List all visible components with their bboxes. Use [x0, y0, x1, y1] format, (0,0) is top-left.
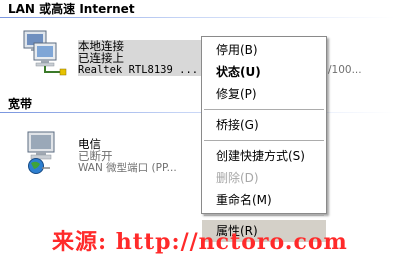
connection-device: WAN 微型端口 (PP...: [78, 162, 177, 174]
local-connection[interactable]: 本地连接 已连接上 Realtek RTL8139 ...: [78, 40, 202, 76]
section-header-broadband: 宽带: [0, 95, 395, 113]
network-connection-icon[interactable]: [20, 28, 68, 79]
menu-item-delete[interactable]: 删除(D): [202, 167, 326, 189]
connection-status: 已连接上: [78, 52, 202, 64]
section-header-lan-label: LAN 或高速 Internet: [8, 2, 135, 16]
menu-separator: [204, 140, 324, 141]
menu-item-rename[interactable]: 重命名(M): [202, 189, 326, 211]
menu-item-bridge[interactable]: 桥接(G): [202, 114, 326, 136]
menu-item-create-shortcut[interactable]: 创建快捷方式(S): [202, 145, 326, 167]
connection-status: 已断开: [78, 149, 113, 163]
section-header-lan: LAN 或高速 Internet: [0, 0, 395, 18]
telecom-connection[interactable]: 电信 已断开 WAN 微型端口 (PP...: [78, 138, 177, 174]
menu-item-status[interactable]: 状态(U): [202, 61, 326, 83]
menu-separator: [204, 109, 324, 110]
menu-item-repair[interactable]: 修复(P): [202, 83, 326, 105]
connection-device-tail: /100...: [328, 64, 362, 76]
context-menu[interactable]: 停用(B) 状态(U) 修复(P) 桥接(G) 创建快捷方式(S) 删除(D) …: [201, 36, 327, 242]
menu-item-disable[interactable]: 停用(B): [202, 39, 326, 61]
watermark-text: 来源: http://nctoro.com: [52, 229, 348, 255]
section-divider: [0, 17, 395, 18]
menu-separator: [204, 215, 324, 216]
section-header-broadband-label: 宽带: [8, 97, 33, 111]
dialup-connection-icon[interactable]: [20, 128, 68, 179]
section-divider: [0, 112, 395, 113]
connection-device: Realtek RTL8139 ...: [78, 64, 202, 76]
